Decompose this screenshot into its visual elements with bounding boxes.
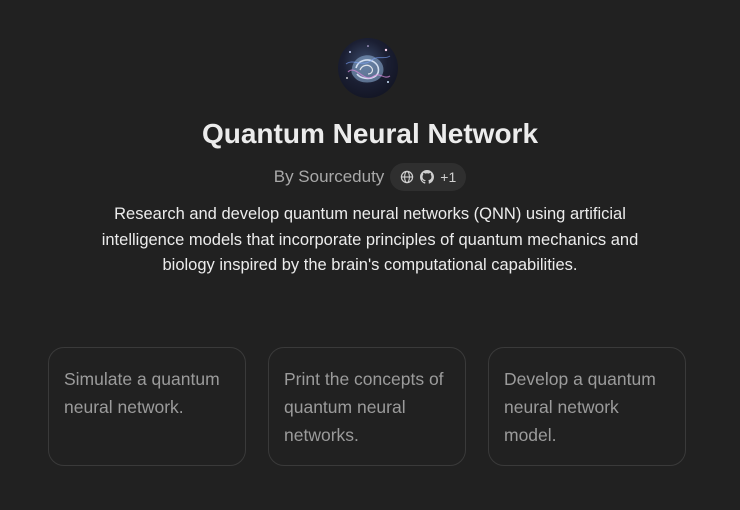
quantum-brain-avatar-icon	[345, 45, 391, 83]
starter-card[interactable]: Simulate a quantum neural network.	[48, 347, 246, 466]
conversation-starters: Simulate a quantum neural network. Print…	[48, 347, 688, 468]
avatar	[338, 38, 398, 98]
starter-card[interactable]: Develop a quantum neural network model.	[488, 347, 686, 466]
byline-row: By Sourceduty +1	[0, 162, 740, 192]
github-icon	[420, 170, 435, 184]
starter-card[interactable]: Print the concepts of quantum neural net…	[268, 347, 466, 466]
author-byline: By Sourceduty	[273, 167, 385, 186]
gpt-description: Research and develop quantum neural netw…	[101, 205, 639, 274]
links-pill[interactable]: +1	[390, 163, 467, 191]
gpt-landing: Quantum Neural Network By Sourceduty +1 …	[0, 0, 740, 510]
globe-icon	[400, 170, 414, 184]
more-links-count: +1	[440, 169, 457, 185]
gpt-title: Quantum Neural Network	[201, 118, 539, 149]
